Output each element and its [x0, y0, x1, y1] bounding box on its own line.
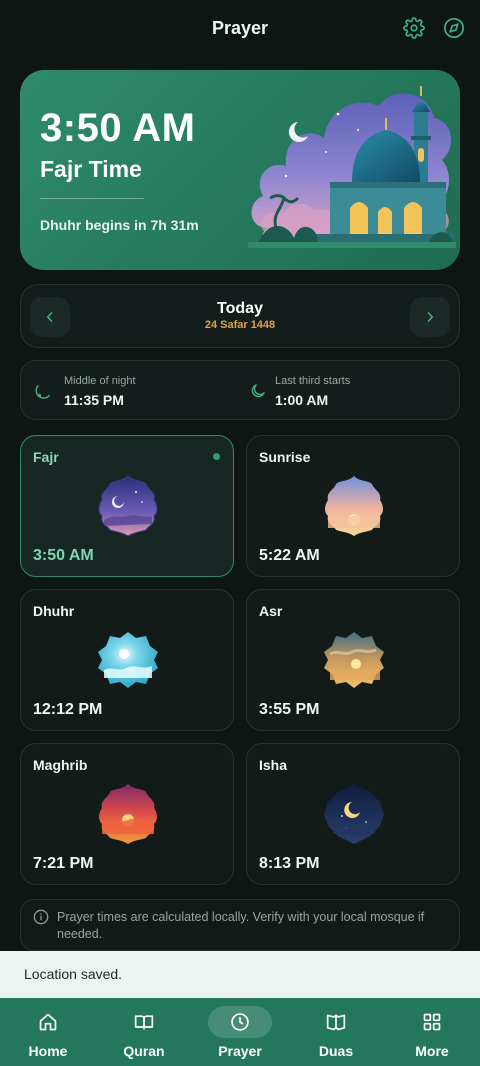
night-times: Middle of night 11:35 PM Last third star… [20, 360, 460, 420]
info-icon [33, 909, 49, 925]
chevron-right-icon [427, 312, 434, 322]
app-header: Prayer [0, 0, 480, 58]
date-title: Today [217, 300, 263, 317]
prayer-name: Fajr [33, 449, 59, 465]
afternoon-sun-icon [324, 632, 384, 688]
bottom-navigation: Home Quran Prayer Duas More [0, 998, 480, 1066]
date-navigator: Today 24 Safar 1448 [20, 284, 460, 348]
active-indicator [213, 453, 220, 460]
night-moon-icon [324, 784, 384, 844]
prayer-time: 12:12 PM [33, 701, 103, 718]
last-third-label: Last third starts [275, 375, 351, 387]
prayer-name: Asr [259, 603, 283, 619]
nav-quran[interactable]: Quran [96, 998, 192, 1066]
moon-icon [251, 384, 265, 398]
prayer-time: 7:21 PM [33, 855, 94, 872]
prayer-time: 3:55 PM [259, 701, 320, 718]
last-third-time: 1:00 AM [275, 392, 329, 408]
prayer-card-isha[interactable]: Isha 8:13 PM [246, 743, 460, 885]
prayer-card-maghrib[interactable]: Maghrib 7:21 PM [20, 743, 234, 885]
sunset-icon [99, 784, 157, 844]
prayer-time: 8:13 PM [259, 855, 320, 872]
prayer-name: Maghrib [33, 757, 88, 773]
middle-of-night-label: Middle of night [64, 375, 136, 387]
prayer-card-sunrise[interactable]: Sunrise 5:22 AM [246, 435, 460, 577]
middle-of-night-time: 11:35 PM [64, 392, 124, 408]
open-book-icon [326, 1014, 346, 1031]
current-prayer-time: 3:50 AM [40, 106, 196, 150]
noon-sun-icon [98, 632, 158, 688]
clock-icon [231, 1013, 249, 1031]
hero-divider [40, 198, 144, 199]
mosque-illustration [248, 86, 456, 248]
compass-icon[interactable] [443, 17, 465, 39]
nav-home[interactable]: Home [0, 998, 96, 1066]
prayer-name: Isha [259, 757, 288, 773]
prayer-card-dhuhr[interactable]: Dhuhr 12:12 PM [20, 589, 234, 731]
snackbar: Location saved. [0, 951, 480, 998]
calculation-notice: Prayer times are calculated locally. Ver… [20, 899, 460, 951]
nav-label: More [415, 1043, 449, 1059]
prayer-name: Dhuhr [33, 603, 75, 619]
home-icon [39, 1013, 57, 1031]
middle-of-night: Middle of night 11:35 PM [35, 361, 235, 421]
prayer-time: 5:22 AM [259, 547, 320, 564]
prayer-card-asr[interactable]: Asr 3:55 PM [246, 589, 460, 731]
prayer-time: 3:50 AM [33, 547, 94, 564]
nav-more[interactable]: More [384, 998, 480, 1066]
notice-text: Prayer times are calculated locally. Ver… [57, 910, 425, 941]
gear-icon[interactable] [403, 17, 425, 39]
moon-stars-icon [35, 385, 50, 399]
last-third: Last third starts 1:00 AM [249, 361, 449, 421]
current-prayer-label: Fajr Time [40, 156, 142, 182]
nav-label: Quran [123, 1043, 165, 1059]
prayer-name: Sunrise [259, 449, 311, 465]
nav-label: Duas [318, 1043, 354, 1059]
book-icon [134, 1015, 154, 1030]
nav-label: Prayer [218, 1043, 262, 1059]
nav-prayer[interactable]: Prayer [192, 998, 288, 1066]
next-day-button[interactable] [410, 297, 450, 337]
current-prayer-hero: 3:50 AM Fajr Time Dhuhr begins in 7h 31m [20, 70, 460, 270]
fajr-night-icon [98, 475, 158, 537]
sunrise-icon [325, 476, 383, 536]
next-prayer-countdown: Dhuhr begins in 7h 31m [40, 217, 199, 233]
nav-duas[interactable]: Duas [288, 998, 384, 1066]
grid-icon [423, 1013, 441, 1031]
nav-label: Home [28, 1043, 68, 1059]
snackbar-message: Location saved. [24, 966, 123, 982]
hijri-date: 24 Safar 1448 [204, 319, 276, 331]
prayer-card-fajr[interactable]: Fajr 3:50 AM [20, 435, 234, 577]
